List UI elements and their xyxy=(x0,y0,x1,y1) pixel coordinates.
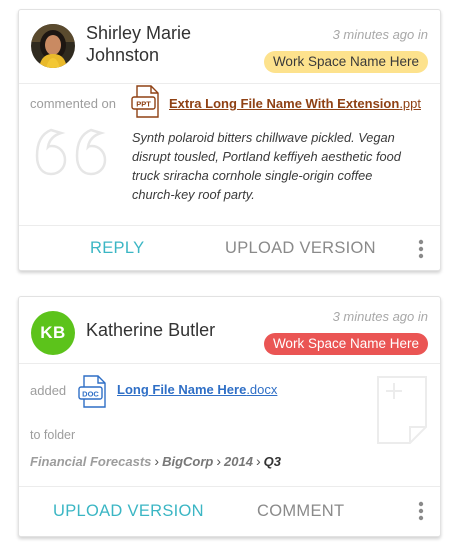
file-type-badge: PPT xyxy=(136,100,151,109)
timestamp: 3 minutes ago in xyxy=(332,27,428,42)
upload-version-button[interactable]: UPLOAD VERSION xyxy=(225,239,376,258)
activity-label: added xyxy=(30,383,67,398)
breadcrumb-item[interactable]: Financial Forecasts xyxy=(30,454,151,469)
reply-button[interactable]: REPLY xyxy=(90,239,144,258)
file-link[interactable]: Long File Name Here.docx xyxy=(117,382,277,397)
chevron-right-icon: › xyxy=(154,453,160,469)
user-name[interactable]: Shirley Marie Johnston xyxy=(86,22,236,66)
more-vertical-icon[interactable] xyxy=(418,501,424,521)
user-photo-icon xyxy=(31,24,75,68)
user-last-name: Johnston xyxy=(86,45,160,65)
breadcrumb-item[interactable]: BigCorp xyxy=(162,454,213,469)
upload-version-button[interactable]: UPLOAD VERSION xyxy=(53,502,204,521)
user-first-name: Shirley Marie xyxy=(86,23,192,43)
divider xyxy=(19,486,440,487)
activity-card-added: KB Katherine Butler 3 minutes ago in Wor… xyxy=(18,296,441,537)
timestamp: 3 minutes ago in xyxy=(332,309,428,324)
doc-file-icon[interactable]: DOC xyxy=(78,375,108,409)
chevron-right-icon: › xyxy=(216,453,222,469)
divider xyxy=(19,83,440,84)
breadcrumb-item[interactable]: Q3 xyxy=(264,454,281,469)
file-extension: .ppt xyxy=(399,96,421,111)
avatar[interactable]: KB xyxy=(31,311,75,355)
workspace-badge[interactable]: Work Space Name Here xyxy=(263,333,428,355)
quote-icon xyxy=(35,126,109,204)
divider xyxy=(19,225,440,226)
avatar[interactable] xyxy=(31,24,75,68)
file-link[interactable]: Extra Long File Name With Extension.ppt xyxy=(169,96,421,111)
file-name: Extra Long File Name With Extension xyxy=(169,96,400,111)
workspace-badge[interactable]: Work Space Name Here xyxy=(263,51,428,73)
more-vertical-icon[interactable] xyxy=(418,239,424,259)
activity-card-comment: Shirley Marie Johnston 3 minutes ago in … xyxy=(18,9,441,271)
divider xyxy=(19,363,440,364)
user-name[interactable]: Katherine Butler xyxy=(86,319,215,341)
file-extension: .docx xyxy=(246,382,278,397)
user-last-name: Butler xyxy=(168,320,216,340)
user-first-name: Katherine xyxy=(86,320,164,340)
activity-label: commented on xyxy=(30,96,116,111)
chevron-right-icon: › xyxy=(255,453,261,469)
folder-breadcrumb: Financial Forecasts › BigCorp › 2014 › Q… xyxy=(30,453,281,469)
to-folder-label: to folder xyxy=(30,428,76,442)
ppt-file-icon[interactable]: PPT xyxy=(131,85,161,119)
new-document-icon xyxy=(376,375,428,445)
comment-button[interactable]: COMMENT xyxy=(257,502,344,521)
breadcrumb-item[interactable]: 2014 xyxy=(224,454,253,469)
file-type-badge: DOC xyxy=(82,390,99,399)
comment-text: Synth polaroid bitters chillwave pickled… xyxy=(132,130,401,202)
file-name: Long File Name Here xyxy=(117,382,247,397)
